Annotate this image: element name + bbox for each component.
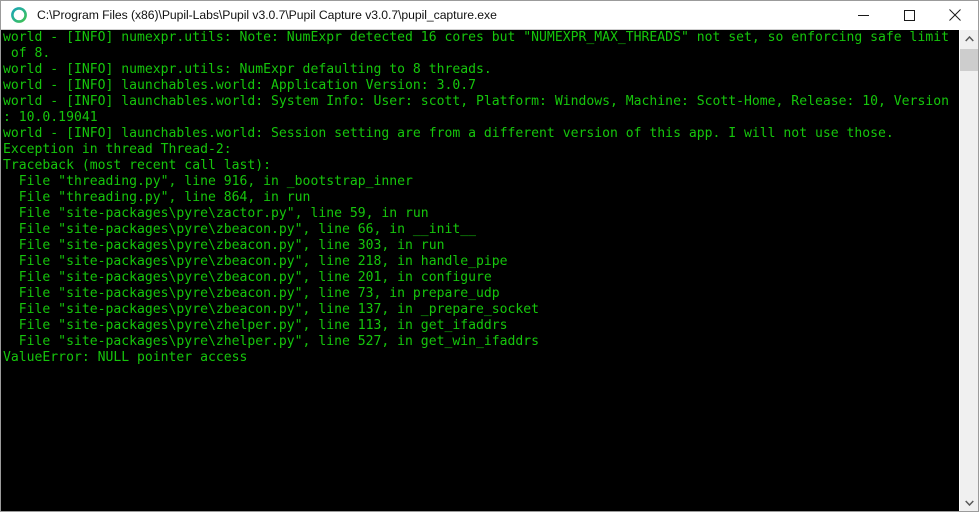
scroll-up-icon[interactable] xyxy=(960,30,978,47)
title-bar[interactable]: C:\Program Files (x86)\Pupil-Labs\Pupil … xyxy=(1,1,978,30)
close-icon xyxy=(949,9,961,21)
minimize-icon xyxy=(857,14,869,16)
console-output[interactable]: world - [INFO] numexpr.utils: Note: NumE… xyxy=(1,30,959,511)
console-line: File "site-packages\pyre\zbeacon.py", li… xyxy=(3,270,492,285)
console-line: world - [INFO] numexpr.utils: NumExpr de… xyxy=(3,62,492,77)
console-line: Traceback (most recent call last): xyxy=(3,158,272,173)
console-line: File "site-packages\pyre\zbeacon.py", li… xyxy=(3,302,540,317)
console-line: world - [INFO] launchables.world: Sessio… xyxy=(3,126,894,141)
console-scrollbar[interactable] xyxy=(959,30,978,511)
chevron-up-icon xyxy=(964,35,974,42)
console-line: ValueError: NULL pointer access xyxy=(3,350,248,365)
console-line: File "site-packages\pyre\zhelper.py", li… xyxy=(3,334,540,349)
console-line: File "threading.py", line 864, in run xyxy=(3,190,311,205)
console-line: File "site-packages\pyre\zactor.py", lin… xyxy=(3,206,429,221)
console-line: File "site-packages\pyre\zbeacon.py", li… xyxy=(3,222,476,237)
console-line: File "site-packages\pyre\zbeacon.py", li… xyxy=(3,286,500,301)
console-line: File "site-packages\pyre\zhelper.py", li… xyxy=(3,318,508,333)
console-area: world - [INFO] numexpr.utils: Note: NumE… xyxy=(1,30,978,511)
scrollbar-thumb[interactable] xyxy=(960,49,978,71)
minimize-button[interactable] xyxy=(840,1,886,30)
console-line: world - [INFO] numexpr.utils: Note: NumE… xyxy=(3,30,949,45)
console-line: File "site-packages\pyre\zbeacon.py", li… xyxy=(3,238,445,253)
console-line: File "site-packages\pyre\zbeacon.py", li… xyxy=(3,254,508,269)
console-line: world - [INFO] launchables.world: Applic… xyxy=(3,78,476,93)
console-line: File "threading.py", line 916, in _boots… xyxy=(3,174,413,189)
window-controls xyxy=(840,1,978,30)
console-line: world - [INFO] launchables.world: System… xyxy=(3,94,949,109)
console-line: of 8. xyxy=(3,46,51,61)
chevron-down-icon xyxy=(964,499,974,506)
scroll-down-icon[interactable] xyxy=(960,494,978,511)
maximize-button[interactable] xyxy=(886,1,932,30)
console-line: Exception in thread Thread-2: xyxy=(3,142,232,157)
pupil-labs-ring-icon xyxy=(11,7,27,23)
console-line: : 10.0.19041 xyxy=(3,110,98,125)
console-window: C:\Program Files (x86)\Pupil-Labs\Pupil … xyxy=(0,0,979,512)
scrollbar-track[interactable] xyxy=(960,47,978,494)
close-button[interactable] xyxy=(932,1,978,30)
maximize-icon xyxy=(903,9,915,21)
window-title: C:\Program Files (x86)\Pupil-Labs\Pupil … xyxy=(37,8,497,22)
